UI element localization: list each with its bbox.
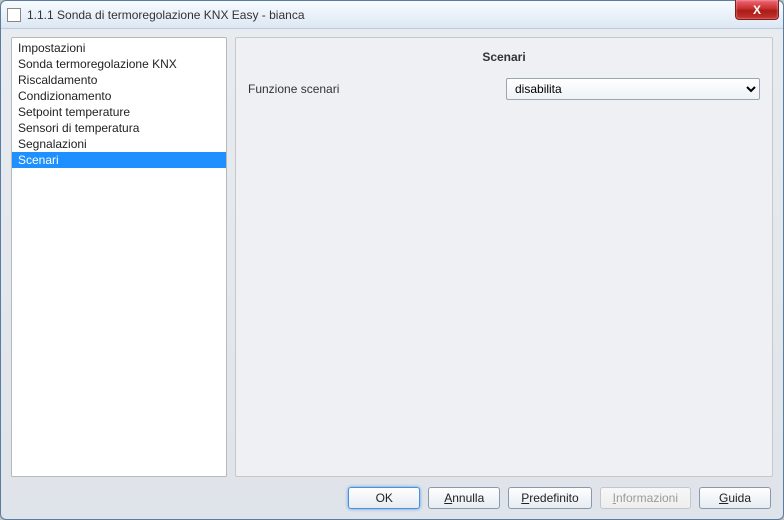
button-bar: OK Annulla Predefinito Informazioni Guid… xyxy=(11,477,773,513)
sidebar-item-sensori[interactable]: Sensori di temperatura xyxy=(12,120,226,136)
sidebar-item-label: Scenari xyxy=(18,153,59,167)
sidebar-item-label: Setpoint temperature xyxy=(18,105,130,119)
close-icon: X xyxy=(753,3,761,17)
sidebar-item-setpoint[interactable]: Setpoint temperature xyxy=(12,104,226,120)
sidebar-item-label: Condizionamento xyxy=(18,89,111,103)
close-button[interactable]: X xyxy=(735,0,779,20)
cancel-button[interactable]: Annulla xyxy=(428,487,500,509)
button-label: Guida xyxy=(719,491,751,505)
default-button[interactable]: Predefinito xyxy=(508,487,591,509)
help-button[interactable]: Guida xyxy=(699,487,771,509)
info-button: Informazioni xyxy=(600,487,691,509)
form-row-funzione-scenari: Funzione scenari disabilita xyxy=(248,78,760,100)
sidebar-item-sonda-knx[interactable]: Sonda termoregolazione KNX xyxy=(12,56,226,72)
sidebar: Impostazioni Sonda termoregolazione KNX … xyxy=(11,37,227,477)
sidebar-item-riscaldamento[interactable]: Riscaldamento xyxy=(12,72,226,88)
content-title: Scenari xyxy=(248,46,760,78)
sidebar-item-segnalazioni[interactable]: Segnalazioni xyxy=(12,136,226,152)
combo-funzione-scenari[interactable]: disabilita xyxy=(506,78,760,100)
button-label: Informazioni xyxy=(613,491,678,505)
app-icon xyxy=(7,8,21,22)
sidebar-item-label: Segnalazioni xyxy=(18,137,87,151)
client-area: Impostazioni Sonda termoregolazione KNX … xyxy=(1,29,783,519)
ok-button[interactable]: OK xyxy=(348,487,420,509)
sidebar-item-label: Riscaldamento xyxy=(18,73,97,87)
button-label: Predefinito xyxy=(521,491,578,505)
sidebar-item-label: Sonda termoregolazione KNX xyxy=(18,57,177,71)
sidebar-item-label: Impostazioni xyxy=(18,41,85,55)
dialog-window: 1.1.1 Sonda di termoregolazione KNX Easy… xyxy=(0,0,784,520)
button-label: Annulla xyxy=(444,491,484,505)
select-funzione-scenari[interactable]: disabilita xyxy=(506,78,760,100)
sidebar-item-scenari[interactable]: Scenari xyxy=(12,152,226,168)
form-label: Funzione scenari xyxy=(248,82,496,96)
sidebar-item-impostazioni[interactable]: Impostazioni xyxy=(12,40,226,56)
window-title: 1.1.1 Sonda di termoregolazione KNX Easy… xyxy=(27,8,305,22)
panes: Impostazioni Sonda termoregolazione KNX … xyxy=(11,37,773,477)
sidebar-item-condizionamento[interactable]: Condizionamento xyxy=(12,88,226,104)
button-label: OK xyxy=(376,491,393,505)
sidebar-item-label: Sensori di temperatura xyxy=(18,121,139,135)
titlebar: 1.1.1 Sonda di termoregolazione KNX Easy… xyxy=(1,1,783,29)
content-panel: Scenari Funzione scenari disabilita xyxy=(235,37,773,477)
